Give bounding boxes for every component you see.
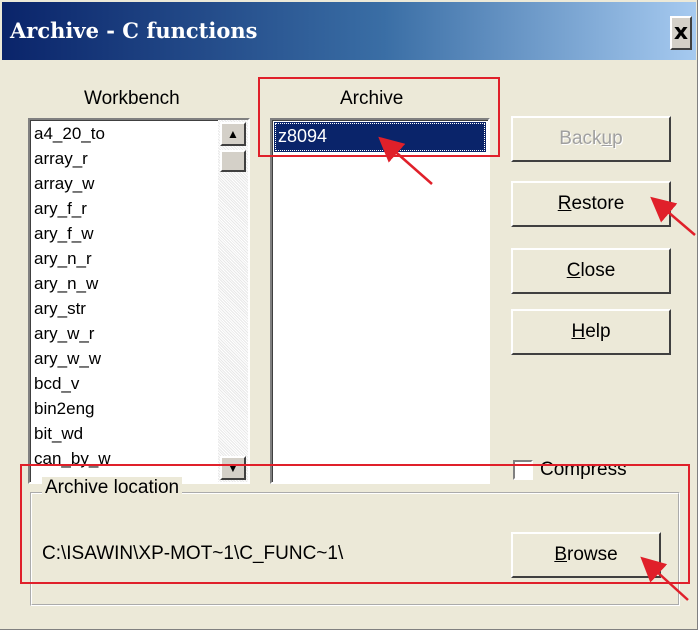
annotation-arrows: [378, 136, 696, 601]
archive-dialog: Archive - C functions x Workbench Archiv…: [0, 0, 698, 630]
arrow-icon: [378, 136, 433, 185]
arrow-icon: [640, 556, 689, 601]
arrow-icon: [650, 196, 696, 236]
